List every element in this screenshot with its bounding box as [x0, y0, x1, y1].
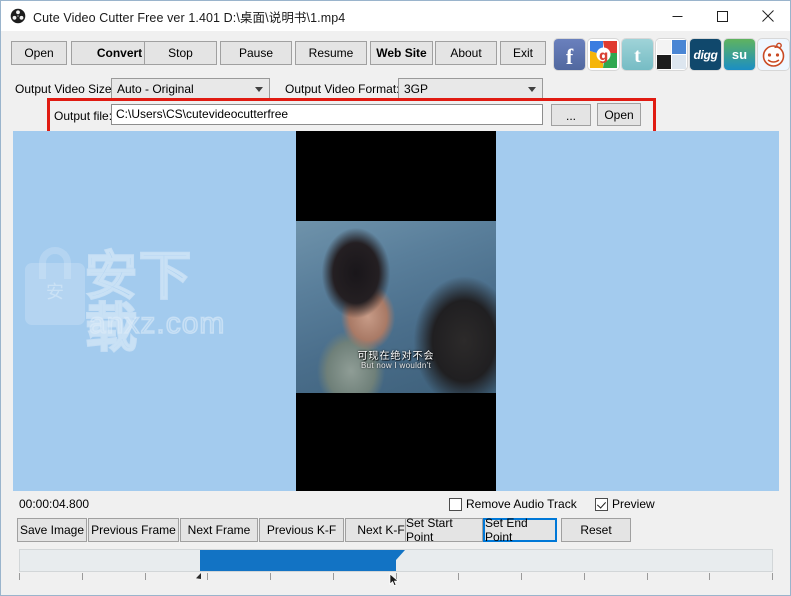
- microsoft-icon[interactable]: [656, 39, 687, 70]
- browse-button[interactable]: ...: [551, 104, 591, 126]
- timeline-tick: [709, 573, 710, 580]
- social-share-bar: f g t digg su: [554, 39, 789, 70]
- subtitle-english: But now I wouldn't: [360, 361, 432, 370]
- reddit-icon[interactable]: [758, 39, 789, 70]
- video-preview-area[interactable]: 可现在绝对不会 But now I wouldn't 安 安下载 anxz.co…: [13, 131, 779, 491]
- remove-audio-track-checkbox[interactable]: Remove Audio Track: [449, 497, 577, 511]
- svg-text:g: g: [599, 49, 608, 64]
- next-frame-button[interactable]: Next Frame: [180, 518, 258, 542]
- minimize-icon[interactable]: [655, 1, 700, 31]
- save-image-button[interactable]: Save Image: [17, 518, 87, 542]
- lock-icon: 安: [25, 247, 85, 325]
- output-video-size-select[interactable]: Auto - Original: [111, 78, 270, 99]
- watermark-text-cn: 安下载: [84, 247, 194, 359]
- resume-button[interactable]: Resume: [295, 41, 367, 65]
- timeline-tick: [647, 573, 648, 580]
- video-image: 可现在绝对不会 But now I wouldn't: [296, 221, 496, 393]
- subtitle-chinese: 可现在绝对不会: [357, 351, 435, 362]
- chevron-down-icon: [255, 86, 263, 92]
- chevron-down-icon: [528, 86, 536, 92]
- timeline-selection[interactable]: [199, 550, 396, 571]
- output-video-size-value: Auto - Original: [117, 81, 194, 96]
- preview-label: Preview: [612, 497, 655, 511]
- window-controls: [655, 1, 790, 31]
- close-icon[interactable]: [745, 1, 790, 31]
- watermark-overlay: 安 安下载 anxz.com: [25, 247, 245, 361]
- timeline-tick: [333, 573, 334, 580]
- previous-frame-button[interactable]: Previous Frame: [88, 518, 179, 542]
- video-frame: 可现在绝对不会 But now I wouldn't: [296, 131, 496, 491]
- output-video-size-label: Output Video Size:: [15, 82, 115, 96]
- timeline-start-marker-icon: [195, 569, 203, 583]
- set-end-point-button[interactable]: Set End Point: [483, 516, 557, 544]
- timeline-tick: [82, 573, 83, 580]
- digg-icon[interactable]: digg: [690, 39, 721, 70]
- output-file-input[interactable]: C:\Users\CS\cutevideocutterfree: [111, 104, 543, 125]
- stumbleupon-icon[interactable]: su: [724, 39, 755, 70]
- remove-audio-track-label: Remove Audio Track: [466, 497, 577, 511]
- app-window: Cute Video Cutter Free ver 1.401 D:\桌面\说…: [0, 0, 791, 596]
- facebook-icon[interactable]: f: [554, 39, 585, 70]
- timeline-tick: [19, 573, 20, 580]
- timeline-tick: [270, 573, 271, 580]
- open-button[interactable]: Open: [11, 41, 67, 65]
- checkbox-box: [449, 497, 462, 511]
- timeline-tick: [145, 573, 146, 580]
- window-title: Cute Video Cutter Free ver 1.401 D:\桌面\说…: [33, 10, 346, 25]
- timeline-tick: [207, 573, 208, 580]
- twitter-icon[interactable]: t: [622, 39, 653, 70]
- pause-button[interactable]: Pause: [220, 41, 292, 65]
- watermark-text-url: anxz.com: [88, 307, 226, 340]
- about-button[interactable]: About: [435, 41, 497, 65]
- output-video-format-value: 3GP: [404, 81, 429, 96]
- website-button[interactable]: Web Site: [370, 41, 433, 65]
- watermark-lock-glyph: 安: [46, 282, 64, 303]
- current-time-display: 00:00:04.800: [19, 497, 90, 511]
- preview-checkbox[interactable]: Preview: [595, 497, 655, 511]
- timeline-tick: [584, 573, 585, 580]
- output-video-format-label: Output Video Format:: [285, 82, 400, 96]
- output-video-format-select[interactable]: 3GP: [398, 78, 543, 99]
- timeline-end-marker[interactable]: [396, 550, 405, 560]
- title-bar: Cute Video Cutter Free ver 1.401 D:\桌面\说…: [1, 1, 790, 31]
- timeline-tick: [521, 573, 522, 580]
- checkbox-box: [595, 497, 608, 511]
- set-start-point-button[interactable]: Set Start Point: [405, 516, 483, 544]
- maximize-icon[interactable]: [700, 1, 745, 31]
- timeline-tick: [458, 573, 459, 580]
- exit-button[interactable]: Exit: [500, 41, 546, 65]
- timeline-tick: [772, 573, 773, 580]
- open-output-folder-button[interactable]: Open: [597, 103, 641, 126]
- google-icon[interactable]: g: [588, 39, 619, 70]
- film-reel-icon: [10, 8, 26, 24]
- reset-button[interactable]: Reset: [561, 518, 631, 542]
- previous-keyframe-button[interactable]: Previous K-F: [259, 518, 344, 542]
- output-file-label: Output file:: [54, 109, 113, 123]
- stop-button[interactable]: Stop: [144, 41, 217, 65]
